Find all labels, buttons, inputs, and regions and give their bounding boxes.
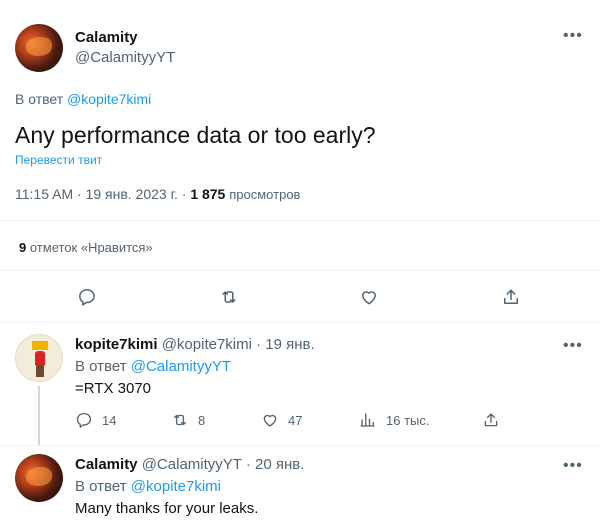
like-count: 47 (288, 412, 303, 428)
views-button[interactable]: 16 тыс. (359, 411, 429, 429)
avatar[interactable] (15, 334, 63, 382)
reply-context: В ответ @CalamityyYT (75, 358, 231, 375)
reply-prefix: В ответ (15, 91, 64, 107)
reply-button[interactable]: 14 (75, 411, 116, 429)
author-handle[interactable]: @kopite7kimi (162, 336, 252, 353)
reply-icon (79, 289, 95, 306)
views-label: просмотров (229, 187, 301, 202)
reply-context: В ответ @kopite7kimi (75, 478, 221, 495)
divider (0, 270, 600, 271)
views-icon (360, 413, 375, 427)
heart-icon (263, 414, 277, 427)
translate-link[interactable]: Перевести твит (15, 153, 102, 167)
avatar[interactable] (15, 24, 63, 72)
reply-context: В ответ @kopite7kimi (15, 91, 151, 107)
avatar-sign (32, 341, 48, 350)
reply-button[interactable] (77, 287, 97, 307)
share-icon (504, 289, 518, 304)
more-icon[interactable]: ••• (563, 338, 583, 354)
retweet-count: 8 (198, 412, 206, 428)
author-name[interactable]: Calamity (75, 29, 138, 46)
retweet-button[interactable]: 8 (171, 411, 205, 429)
share-button[interactable] (482, 411, 500, 429)
reply-to-link[interactable]: @kopite7kimi (131, 478, 221, 495)
tweet-text: =RTX 3070 (75, 380, 152, 397)
divider (0, 220, 600, 221)
tweet-date[interactable]: · 19 янв. (256, 336, 315, 353)
reply-count: 14 (102, 412, 117, 428)
tweet-text: Many thanks for your leaks. (75, 500, 259, 517)
divider (0, 445, 600, 446)
reply-header: kopite7kimi @kopite7kimi · 19 янв. (75, 336, 315, 353)
reply-to-link[interactable]: @CalamityyYT (131, 358, 231, 375)
tweet-text: Any performance data or too early? (15, 122, 376, 148)
avatar-figure (35, 351, 45, 365)
retweet-icon (174, 414, 186, 426)
retweet-button[interactable] (219, 287, 239, 307)
thread-line (38, 386, 40, 446)
avatar[interactable] (15, 454, 63, 502)
more-icon[interactable]: ••• (563, 28, 583, 44)
reply-to-link[interactable]: @kopite7kimi (67, 91, 151, 107)
likes-count: 9 (19, 240, 27, 255)
retweet-icon (222, 291, 236, 303)
more-icon[interactable]: ••• (563, 458, 583, 474)
heart-icon (362, 291, 376, 305)
like-button[interactable]: 47 (261, 411, 302, 429)
author-name[interactable]: kopite7kimi (75, 336, 158, 353)
share-button[interactable] (501, 287, 521, 307)
tweet-date[interactable]: · 20 янв. (246, 456, 305, 473)
author-handle[interactable]: @CalamityyYT (75, 49, 175, 66)
timestamp[interactable]: 11:15 AM · 19 янв. 2023 г. · (15, 186, 190, 202)
likes-label: отметок «Нравится» (29, 240, 153, 255)
views-count: 1 875 (190, 186, 226, 202)
avatar-legs (36, 365, 44, 377)
share-icon (484, 413, 498, 427)
views-count: 16 тыс. (386, 412, 430, 428)
reply-prefix: В ответ (75, 358, 127, 375)
likes-stat[interactable]: 9 отметок «Нравится» (19, 240, 153, 255)
reply-prefix: В ответ (75, 478, 127, 495)
tweet-meta: 11:15 AM · 19 янв. 2023 г. · 1 875 просм… (15, 186, 300, 202)
reply-icon (76, 412, 92, 428)
reply-header: Calamity @CalamityyYT · 20 янв. (75, 456, 304, 473)
like-button[interactable] (359, 287, 379, 307)
author-handle[interactable]: @CalamityyYT (142, 456, 242, 473)
author-name[interactable]: Calamity (75, 456, 138, 473)
divider (0, 322, 600, 323)
